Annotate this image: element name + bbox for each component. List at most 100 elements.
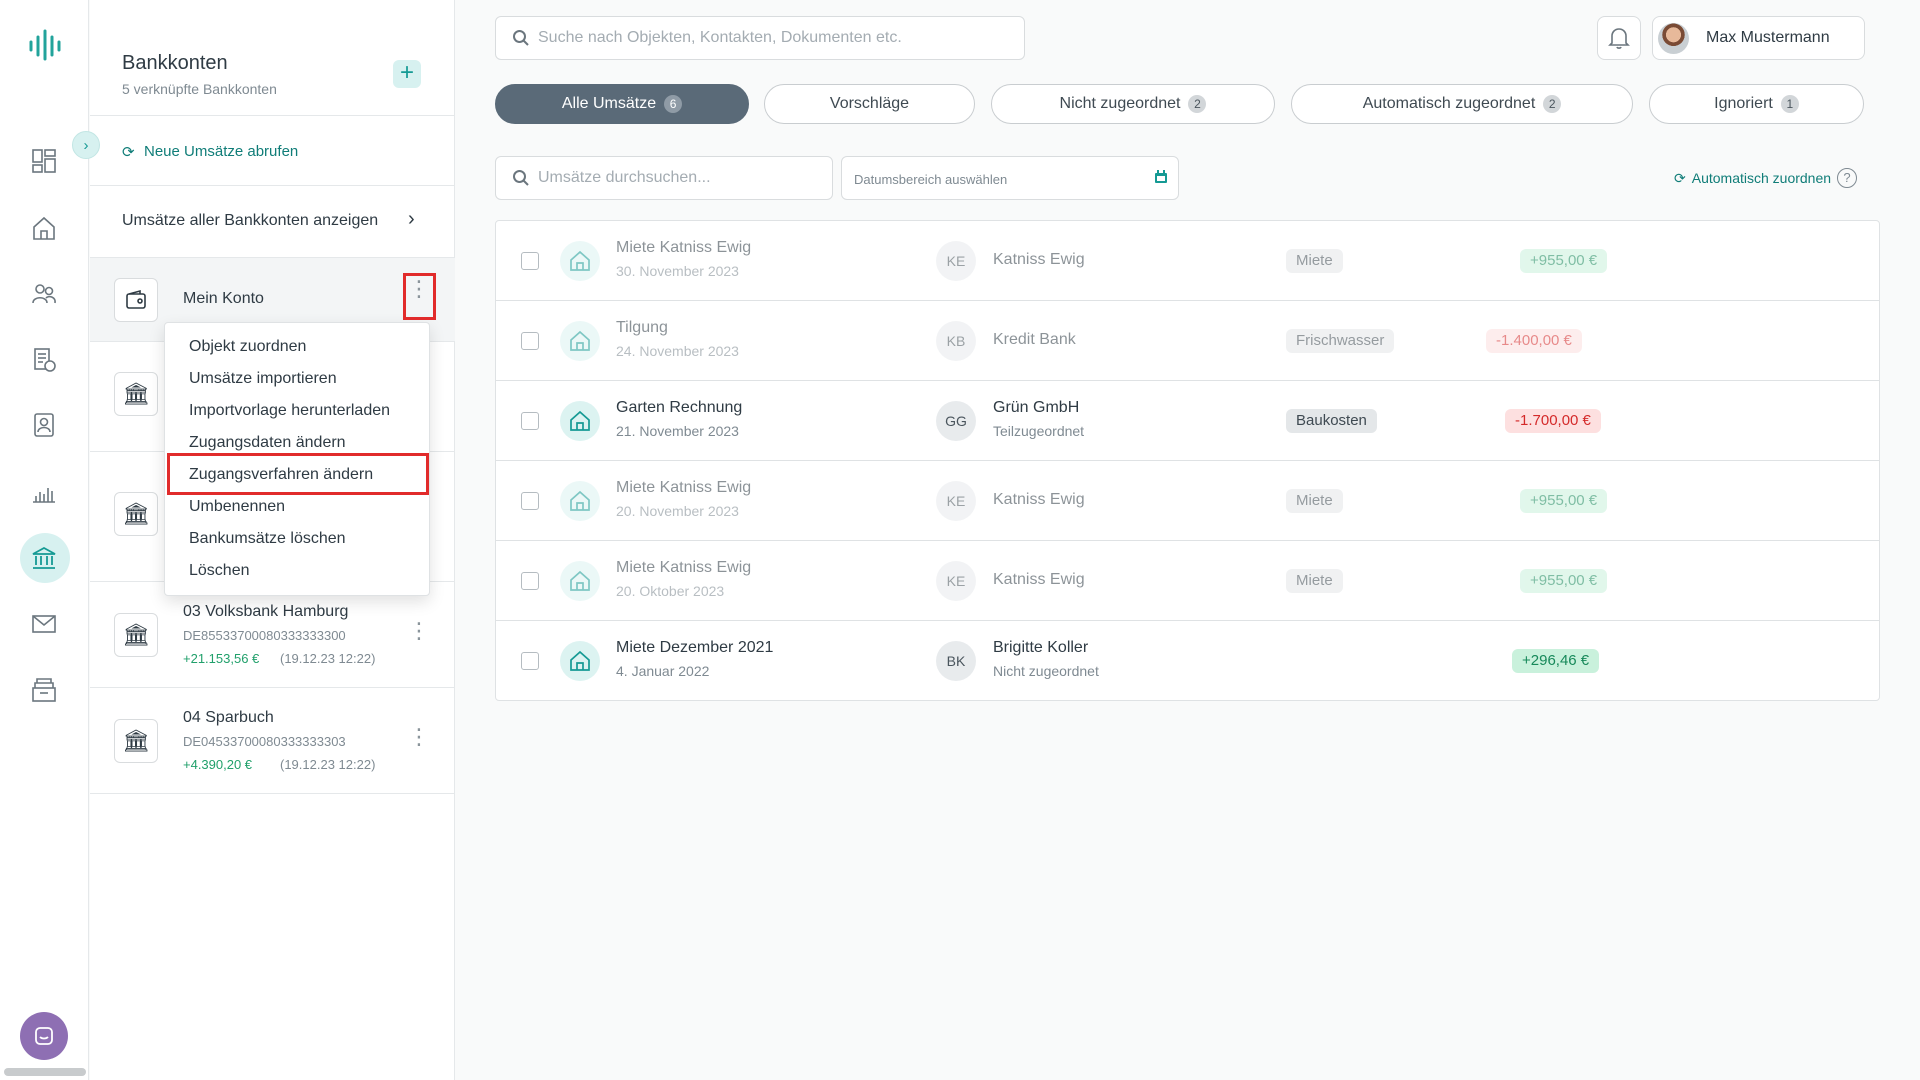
row-checkbox[interactable]: [521, 652, 539, 670]
table-row[interactable]: Miete Katniss Ewig 30. November 2023 KE Kat…: [496, 221, 1879, 301]
contact-name: Kredit Bank: [993, 331, 1076, 348]
account-iban: DE04533700080333333303: [183, 734, 346, 749]
contact-avatar: KB: [936, 321, 976, 361]
chat-icon: [35, 1027, 53, 1045]
account-balance: +4.390,20 €: [183, 757, 253, 772]
table-row[interactable]: Miete Dezember 2021 4. Januar 2022 BK Brigi…: [496, 621, 1879, 701]
app-logo-icon[interactable]: [28, 28, 62, 62]
more-options-icon[interactable]: ⋮: [408, 620, 430, 642]
bank-building-icon: 🏛: [114, 372, 158, 416]
contact-name: Grün GmbH: [993, 399, 1080, 416]
transaction-search-placeholder: Umsätze durchsuchen...: [538, 169, 711, 186]
home-icon: [560, 641, 600, 681]
expand-sidebar-button[interactable]: ›: [72, 131, 100, 159]
transaction-title: Tilgung: [616, 319, 668, 336]
menu-item-change-credentials[interactable]: Zugangsdaten ändern: [189, 434, 346, 452]
tab-count-badge: 1: [1780, 95, 1799, 113]
row-checkbox[interactable]: [521, 572, 539, 590]
transaction-title: Miete Katniss Ewig: [616, 559, 752, 576]
tab-count-badge: 2: [1543, 95, 1562, 113]
show-all-label: Umsätze aller Bankkonten anzeigen: [122, 212, 379, 229]
horizontal-scrollbar[interactable]: [4, 1068, 86, 1076]
table-row[interactable]: Tilgung 24. November 2023 KB Kredit Bank Fri…: [496, 301, 1879, 381]
bank-building-icon: 🏛: [114, 719, 158, 763]
transaction-date: 20. November 2023: [616, 503, 739, 519]
transaction-date: 21. November 2023: [616, 423, 739, 439]
bank-building-icon: 🏛: [114, 492, 158, 536]
row-checkbox[interactable]: [521, 492, 539, 510]
tab-suggestions[interactable]: Vorschläge: [764, 84, 975, 124]
menu-item-rename[interactable]: Umbenennen: [189, 498, 285, 516]
highlight-menu-item: [167, 453, 429, 495]
mail-icon[interactable]: [26, 606, 62, 642]
add-account-button[interactable]: +: [393, 60, 421, 88]
bell-icon: [1608, 28, 1630, 49]
account-name: 04 Sparbuch: [183, 709, 274, 726]
row-checkbox[interactable]: [521, 412, 539, 430]
table-row[interactable]: Garten Rechnung 21. November 2023 GG Grün G…: [496, 381, 1879, 461]
archive-icon[interactable]: [26, 672, 62, 708]
transaction-title: Garten Rechnung: [616, 399, 743, 416]
account-item[interactable]: 🏛 03 Volksbank Hamburg DE855337000803333…: [90, 582, 455, 688]
category-badge: Miete: [1286, 249, 1343, 273]
account-context-menu: Objekt zuordnen Umsätze importieren Impo…: [164, 322, 430, 596]
transaction-title: Miete Dezember 2021: [616, 639, 774, 656]
global-search-input[interactable]: Suche nach Objekten, Kontakten, Dokument…: [495, 16, 1025, 60]
menu-item-delete[interactable]: Löschen: [189, 562, 250, 580]
tab-all-transactions[interactable]: Alle Umsätze 6: [495, 84, 749, 124]
category-badge: Miete: [1286, 489, 1343, 513]
avatar: [1658, 23, 1689, 54]
menu-item-download-template[interactable]: Importvorlage herunterladen: [189, 402, 390, 420]
home-icon[interactable]: [26, 210, 62, 246]
refresh-icon: ⟳: [122, 144, 135, 161]
table-row[interactable]: Miete Katniss Ewig 20. November 2023 KE Kat…: [496, 461, 1879, 541]
row-checkbox[interactable]: [521, 252, 539, 270]
refresh-icon: ⟳: [1674, 169, 1686, 186]
more-options-icon[interactable]: ⋮: [408, 726, 430, 748]
user-menu-button[interactable]: Max Mustermann: [1652, 16, 1865, 60]
chat-launcher-button[interactable]: [20, 1012, 68, 1060]
tab-label: Automatisch zugeordnet: [1362, 95, 1536, 112]
transaction-date: 4. Januar 2022: [616, 663, 710, 679]
show-all-accounts-link[interactable]: Umsätze aller Bankkonten anzeigen ›: [90, 186, 455, 258]
fetch-transactions-link[interactable]: ⟳ Neue Umsätze abrufen: [90, 116, 455, 186]
transaction-search-input[interactable]: Umsätze durchsuchen...: [495, 156, 833, 200]
contact-avatar: KE: [936, 481, 976, 521]
category-badge: Baukosten: [1286, 409, 1377, 433]
panel-title: Bankkonten: [122, 52, 228, 74]
documents-icon[interactable]: [26, 342, 62, 378]
transaction-date: 20. Oktober 2023: [616, 583, 725, 599]
tab-auto-assigned[interactable]: Automatisch zugeordnet 2: [1291, 84, 1633, 124]
panel-subtitle: 5 verknüpfte Bankkonten: [122, 81, 277, 97]
menu-item-import-transactions[interactable]: Umsätze importieren: [189, 370, 337, 388]
panel-header: Bankkonten 5 verknüpfte Bankkonten +: [90, 0, 455, 116]
transaction-title: Miete Katniss Ewig: [616, 239, 752, 256]
tab-label: Ignoriert: [1714, 95, 1773, 112]
amount-badge: +955,00 €: [1520, 489, 1608, 513]
amount-badge: +955,00 €: [1520, 569, 1608, 593]
account-item[interactable]: 🏛 04 Sparbuch DE04533700080333333303 +4.…: [90, 688, 455, 794]
row-checkbox[interactable]: [521, 332, 539, 350]
bank-building-icon: 🏛: [114, 613, 158, 657]
help-icon[interactable]: ?: [1837, 168, 1858, 188]
tab-unassigned[interactable]: Nicht zugeordnet 2: [991, 84, 1275, 124]
chart-icon[interactable]: [26, 474, 62, 510]
notifications-button[interactable]: [1597, 16, 1641, 60]
menu-item-delete-transactions[interactable]: Bankumsätze löschen: [189, 530, 346, 548]
menu-item-assign-object[interactable]: Objekt zuordnen: [189, 338, 306, 356]
tab-label: Nicht zugeordnet: [1059, 95, 1181, 112]
transactions-table: Miete Katniss Ewig 30. November 2023 KE Kat…: [495, 220, 1880, 701]
date-range-picker[interactable]: Datumsbereich auswählen: [841, 156, 1179, 200]
home-icon: [560, 561, 600, 601]
dashboard-icon[interactable]: [26, 143, 62, 179]
contacts-icon[interactable]: [26, 276, 62, 312]
auto-assign-label: Automatisch zuordnen: [1691, 170, 1832, 186]
contact-name: Katniss Ewig: [993, 571, 1085, 588]
chevron-right-icon: ›: [408, 208, 415, 230]
search-icon: [513, 170, 529, 186]
table-row[interactable]: Miete Katniss Ewig 20. Oktober 2023 KE Katn…: [496, 541, 1879, 621]
tenant-icon[interactable]: [26, 407, 62, 443]
tab-ignored[interactable]: Ignoriert 1: [1649, 84, 1864, 124]
auto-assign-link[interactable]: ⟳ Automatisch zuordnen ?: [1674, 168, 1858, 188]
bank-icon[interactable]: [26, 540, 62, 576]
